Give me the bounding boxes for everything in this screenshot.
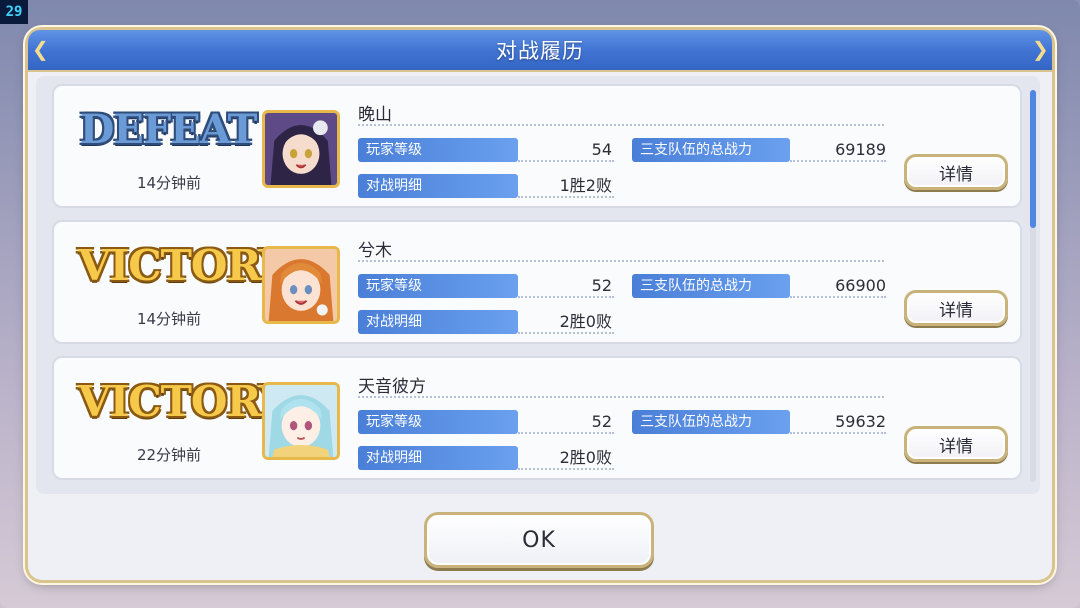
player-avatar: [262, 382, 340, 460]
player-level-label: 玩家等级: [358, 138, 518, 162]
total-power-value: 66900: [835, 276, 886, 295]
total-power-label: 三支队伍的总战力: [632, 274, 790, 298]
player-avatar: [262, 110, 340, 188]
battle-detail-label: 对战明细: [358, 174, 518, 198]
name-underline: [358, 260, 884, 262]
fps-counter: 29: [0, 0, 28, 24]
name-underline: [358, 396, 884, 398]
details-button[interactable]: 详情: [904, 154, 1008, 190]
battle-time: 14分钟前: [136, 174, 202, 192]
player-avatar: [262, 246, 340, 324]
result-victory-banner: VICTORY: [78, 377, 289, 426]
character-portrait-icon: [265, 249, 337, 321]
player-level-value: 52: [591, 276, 612, 295]
character-portrait-icon: [265, 385, 337, 457]
name-underline: [358, 124, 884, 126]
details-button[interactable]: 详情: [904, 290, 1008, 326]
dialog-title-bar: ❮ 对战履历 ❯: [28, 30, 1052, 72]
details-button[interactable]: 详情: [904, 426, 1008, 462]
scrollbar-thumb[interactable]: [1030, 90, 1036, 228]
battle-time: 22分钟前: [136, 446, 202, 464]
battle-record-value: 2胜0败: [559, 312, 612, 331]
player-name: 兮木: [358, 241, 392, 261]
player-level-label: 玩家等级: [358, 274, 518, 298]
scrollbar[interactable]: [1030, 90, 1036, 482]
player-level-value: 52: [591, 412, 612, 431]
battle-history-dialog: ❮ 对战履历 ❯ DEFEAT 14分钟前 晚山 玩家等级 54 三支队伍的总战…: [28, 30, 1052, 580]
history-list[interactable]: DEFEAT 14分钟前 晚山 玩家等级 54 三支队伍的总战力 69189 对…: [36, 76, 1040, 494]
battle-record-value: 1胜2败: [559, 176, 612, 195]
total-power-value: 59632: [835, 412, 886, 431]
ornament-left-icon: ❮: [32, 37, 49, 61]
player-level-label: 玩家等级: [358, 410, 518, 434]
player-level-value: 54: [591, 140, 612, 159]
history-card: VICTORY 14分钟前 兮木 玩家等级 52 三支队伍的总战力 66900 …: [52, 220, 1022, 344]
result-victory-banner: VICTORY: [78, 241, 289, 290]
player-name: 天音彼方: [358, 377, 426, 397]
total-power-label: 三支队伍的总战力: [632, 410, 790, 434]
battle-record-value: 2胜0败: [559, 448, 612, 467]
battle-detail-label: 对战明细: [358, 446, 518, 470]
result-defeat-banner: DEFEAT: [79, 106, 258, 153]
total-power-value: 69189: [835, 140, 886, 159]
history-card: VICTORY 22分钟前 天音彼方 玩家等级 52 三支队伍的总战力 5963…: [52, 356, 1022, 480]
history-card: DEFEAT 14分钟前 晚山 玩家等级 54 三支队伍的总战力 69189 对…: [52, 84, 1022, 208]
battle-detail-label: 对战明细: [358, 310, 518, 334]
ornament-right-icon: ❯: [1032, 37, 1049, 61]
player-name: 晚山: [358, 105, 392, 125]
character-portrait-icon: [265, 113, 337, 185]
battle-time: 14分钟前: [136, 310, 202, 328]
total-power-label: 三支队伍的总战力: [632, 138, 790, 162]
dialog-title: 对战履历: [496, 39, 584, 63]
ok-button[interactable]: OK: [424, 512, 654, 568]
